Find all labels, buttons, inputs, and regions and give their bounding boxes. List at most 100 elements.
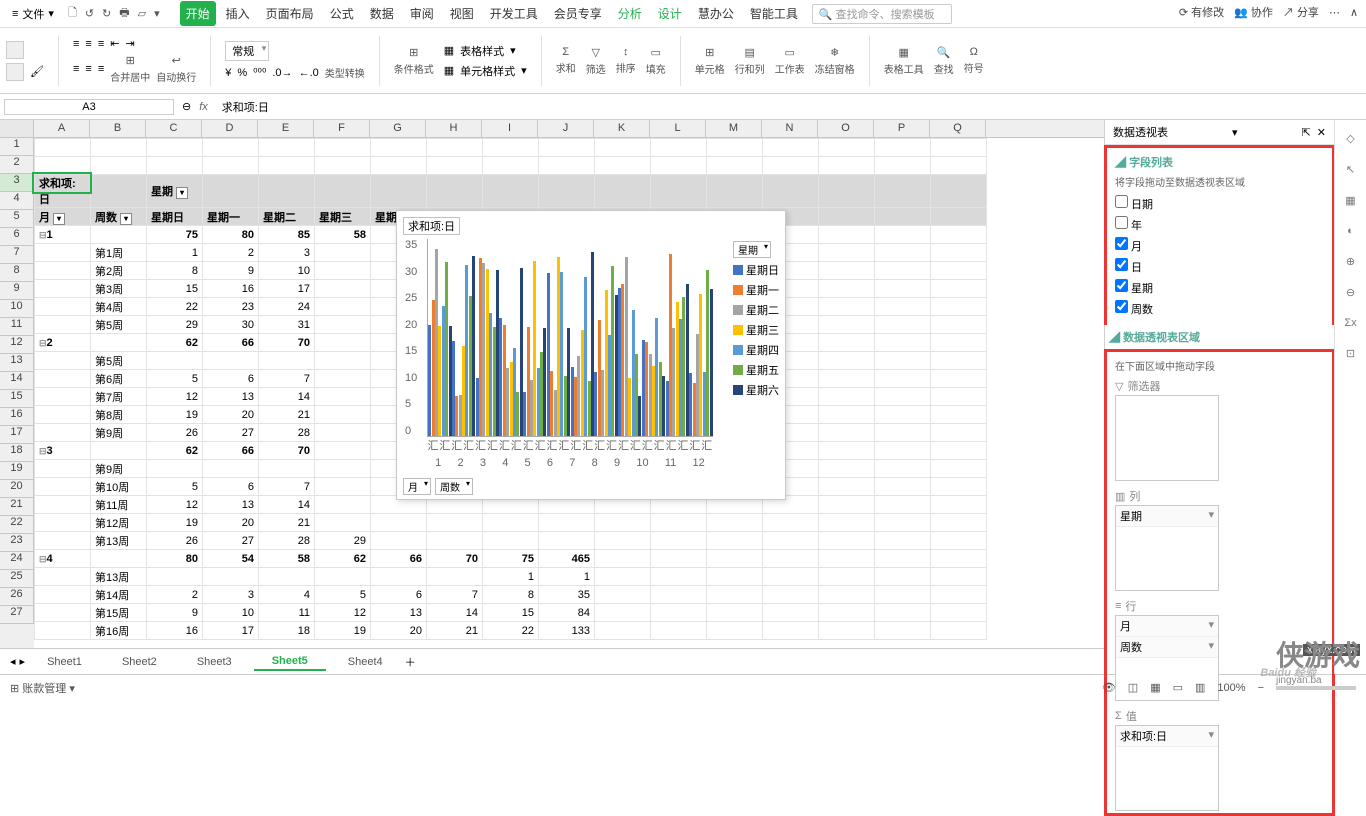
cell[interactable]: 12: [315, 604, 371, 622]
cell[interactable]: [91, 139, 147, 157]
cell[interactable]: 27: [203, 532, 259, 550]
cell[interactable]: [259, 352, 315, 370]
cell[interactable]: [931, 550, 987, 568]
freeze-button[interactable]: ❄冻结窗格: [815, 46, 855, 76]
cell[interactable]: 22: [147, 298, 203, 316]
col-header[interactable]: C: [146, 120, 202, 137]
col-header[interactable]: N: [762, 120, 818, 137]
formula-text[interactable]: 求和项:日: [216, 99, 269, 115]
sheet-tab-Sheet5[interactable]: Sheet5: [254, 653, 326, 671]
cell[interactable]: [931, 244, 987, 262]
col-header[interactable]: H: [426, 120, 482, 137]
cell[interactable]: ⊟3: [35, 442, 91, 460]
cell[interactable]: 第13周: [91, 532, 147, 550]
cell[interactable]: 19: [315, 622, 371, 640]
field-日期[interactable]: 日期: [1115, 193, 1328, 214]
cell[interactable]: [707, 157, 763, 175]
cell[interactable]: [595, 604, 651, 622]
cell[interactable]: [315, 370, 371, 388]
cell[interactable]: [819, 460, 875, 478]
cell[interactable]: 星期 ▾: [147, 175, 203, 208]
valign-icon[interactable]: ≡: [73, 63, 79, 75]
cell[interactable]: [315, 388, 371, 406]
cell[interactable]: 10: [259, 262, 315, 280]
cell[interactable]: [315, 514, 371, 532]
cell[interactable]: 19: [147, 406, 203, 424]
cell[interactable]: 66: [371, 550, 427, 568]
cell[interactable]: [427, 175, 483, 208]
cell[interactable]: 星期二: [259, 208, 315, 226]
cell[interactable]: [203, 157, 259, 175]
cell[interactable]: [35, 586, 91, 604]
sheet-tab-Sheet1[interactable]: Sheet1: [29, 654, 100, 670]
cell[interactable]: [595, 175, 651, 208]
cell[interactable]: 18: [259, 622, 315, 640]
cell[interactable]: 70: [259, 442, 315, 460]
dec-dec-icon[interactable]: ←.0: [299, 67, 319, 79]
currency-icon[interactable]: ¥: [225, 67, 231, 79]
cell[interactable]: 14: [259, 388, 315, 406]
cell[interactable]: 1: [539, 568, 595, 586]
cell[interactable]: 3: [259, 244, 315, 262]
tab-数据[interactable]: 数据: [364, 1, 400, 26]
sort-button[interactable]: ↕排序: [616, 46, 636, 75]
cell[interactable]: 15: [147, 280, 203, 298]
cell[interactable]: [595, 586, 651, 604]
cell[interactable]: 第1周: [91, 244, 147, 262]
pin-icon[interactable]: ⇱: [1301, 127, 1310, 139]
cell[interactable]: [315, 568, 371, 586]
area-item[interactable]: 星期: [1116, 506, 1218, 527]
area-item[interactable]: 周数: [1116, 637, 1218, 658]
row-header[interactable]: 26: [0, 588, 34, 606]
merge-button[interactable]: ⊞合并居中: [110, 54, 150, 84]
cell[interactable]: [35, 460, 91, 478]
cell[interactable]: [931, 568, 987, 586]
cell[interactable]: 28: [259, 424, 315, 442]
cell[interactable]: [763, 532, 819, 550]
cell[interactable]: 5: [315, 586, 371, 604]
cell[interactable]: [35, 316, 91, 334]
cell[interactable]: 62: [147, 442, 203, 460]
cell[interactable]: 2: [147, 586, 203, 604]
cell[interactable]: [707, 604, 763, 622]
align-left-icon[interactable]: ≡: [73, 38, 79, 50]
cell[interactable]: [875, 586, 931, 604]
cell[interactable]: [819, 226, 875, 244]
cell[interactable]: [707, 568, 763, 586]
cell[interactable]: 23: [203, 298, 259, 316]
cell[interactable]: [931, 280, 987, 298]
view-icon[interactable]: 👁: [1102, 681, 1116, 694]
row-header[interactable]: 12: [0, 336, 34, 354]
cell[interactable]: [427, 532, 483, 550]
tab-审阅[interactable]: 审阅: [404, 1, 440, 26]
cell[interactable]: 70: [427, 550, 483, 568]
cell[interactable]: [875, 280, 931, 298]
filter-button[interactable]: ▽筛选: [586, 46, 606, 76]
cell[interactable]: 第6周: [91, 370, 147, 388]
cell[interactable]: 66: [203, 442, 259, 460]
cell[interactable]: [259, 568, 315, 586]
cell[interactable]: [315, 157, 371, 175]
cell[interactable]: 第15周: [91, 604, 147, 622]
file-menu[interactable]: ≡ 文件 ▾: [6, 4, 60, 24]
cell[interactable]: [91, 157, 147, 175]
cell[interactable]: [203, 460, 259, 478]
qat-print-icon[interactable]: 🖶: [119, 4, 129, 23]
cell[interactable]: [315, 496, 371, 514]
cell-style-icon[interactable]: ▦: [444, 64, 454, 77]
cell[interactable]: 13: [203, 496, 259, 514]
type-conv-button[interactable]: 类型转换: [325, 65, 365, 80]
cell[interactable]: [875, 496, 931, 514]
cell[interactable]: [931, 514, 987, 532]
cell[interactable]: [707, 139, 763, 157]
cell[interactable]: [147, 460, 203, 478]
cell[interactable]: [315, 334, 371, 352]
cell[interactable]: 第7周: [91, 388, 147, 406]
sheet-tab-Sheet4[interactable]: Sheet4: [330, 654, 401, 670]
row-header[interactable]: 9: [0, 282, 34, 300]
cell[interactable]: [259, 175, 315, 208]
chart-week-combo[interactable]: 周数: [435, 478, 473, 495]
cell[interactable]: [35, 424, 91, 442]
cell[interactable]: [35, 262, 91, 280]
share-button[interactable]: ↗ 分享: [1283, 4, 1319, 20]
